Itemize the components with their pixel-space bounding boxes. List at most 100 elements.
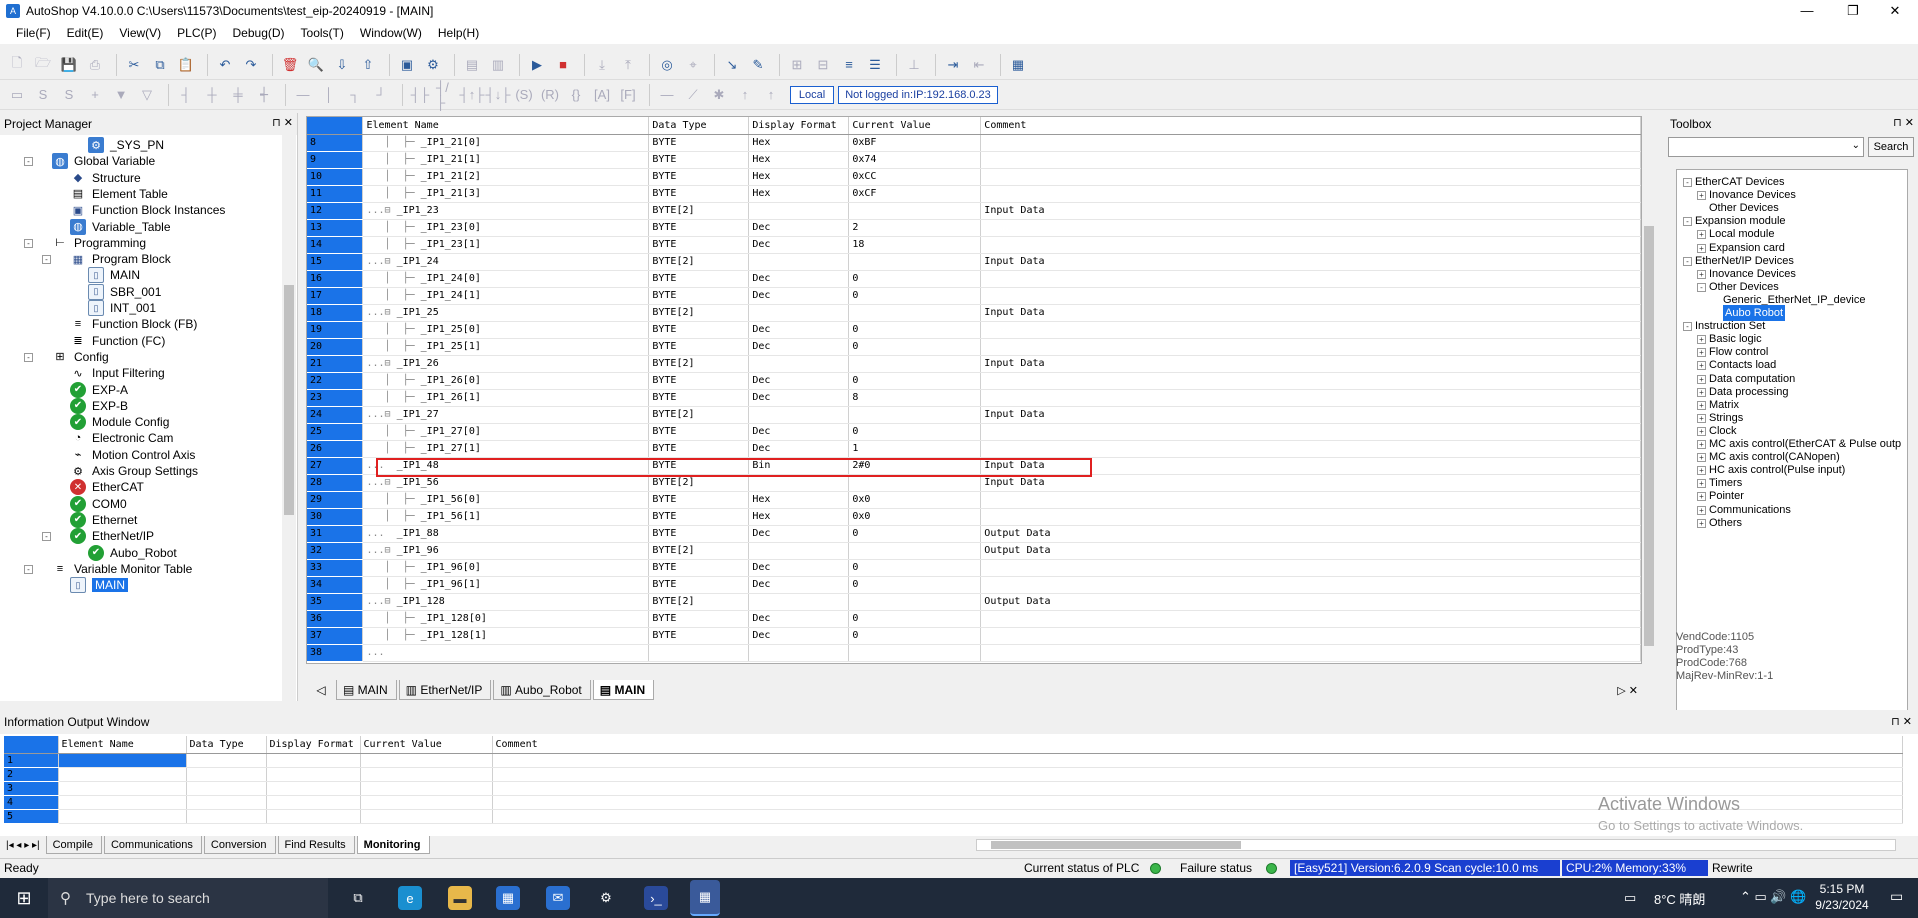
- weather-text[interactable]: 8°C 晴朗: [1654, 889, 1705, 908]
- info-cell[interactable]: [186, 753, 267, 768]
- taskbar-search[interactable]: ⚲ Type here to search: [48, 878, 328, 918]
- element-name-cell[interactable]: ...⊟ _IP1_27: [362, 406, 650, 424]
- cut-icon[interactable]: ✂: [123, 54, 145, 76]
- find-icon[interactable]: 🔍: [305, 54, 327, 76]
- header-current-value[interactable]: Current Value: [848, 117, 982, 135]
- table-row[interactable]: 33 │ ├─ _IP1_96[0] BYTE Dec 0: [307, 559, 1641, 577]
- close-window-button[interactable]: ✕: [1872, 0, 1918, 22]
- monitor-off-icon[interactable]: ▥: [487, 54, 509, 76]
- row-number[interactable]: 30: [307, 508, 364, 526]
- comment-cell[interactable]: [980, 287, 1641, 305]
- info-table-row[interactable]: 3: [4, 781, 1903, 796]
- display-format-cell[interactable]: [748, 542, 850, 560]
- table-row[interactable]: 25 │ ├─ _IP1_27[0] BYTE Dec 0: [307, 423, 1641, 441]
- nc-contact-icon[interactable]: ┤/├: [435, 80, 457, 110]
- search-button[interactable]: Search: [1868, 137, 1914, 157]
- tab-ethernet-ip[interactable]: ▥ EtherNet/IP: [398, 680, 492, 700]
- rise-icon[interactable]: ┤↑├: [460, 84, 485, 106]
- toolbox-expander-icon[interactable]: -: [1683, 256, 1692, 266]
- fall-icon[interactable]: ┤↓├: [486, 84, 511, 106]
- monitor-icon[interactable]: ▤: [461, 54, 483, 76]
- display-format-cell[interactable]: [748, 593, 850, 611]
- element-name-cell[interactable]: │ ├─ _IP1_21[1]: [362, 151, 650, 169]
- data-type-cell[interactable]: BYTE: [648, 440, 750, 458]
- comment-cell[interactable]: Input Data: [980, 202, 1641, 220]
- row-number[interactable]: 16: [307, 270, 364, 288]
- row-number[interactable]: 37: [307, 627, 364, 645]
- download-icon[interactable]: ⇩: [331, 54, 353, 76]
- display-format-cell[interactable]: [748, 355, 850, 373]
- info-cell[interactable]: [58, 795, 187, 810]
- display-format-cell[interactable]: Dec: [748, 321, 850, 339]
- step-icon[interactable]: ↘: [721, 54, 743, 76]
- data-type-cell[interactable]: BYTE[2]: [648, 253, 750, 271]
- table-row[interactable]: 9 │ ├─ _IP1_21[1] BYTE Hex 0x74: [307, 151, 1641, 169]
- table-row[interactable]: 36 │ ├─ _IP1_128[0] BYTE Dec 0: [307, 610, 1641, 628]
- comment-cell[interactable]: [980, 185, 1641, 203]
- redo-icon[interactable]: ↷: [240, 54, 262, 76]
- display-format-cell[interactable]: Dec: [748, 627, 850, 645]
- branch3-icon[interactable]: ╪: [227, 84, 249, 106]
- info-cell[interactable]: [58, 809, 187, 824]
- toolbox-expander-icon[interactable]: +: [1697, 505, 1706, 515]
- branch2-icon[interactable]: ┼: [201, 84, 223, 106]
- comment-cell[interactable]: [980, 321, 1641, 339]
- current-value-cell[interactable]: 0: [848, 423, 982, 441]
- contact-icon[interactable]: +: [84, 84, 106, 106]
- comment-cell[interactable]: [980, 627, 1641, 645]
- new-file-icon[interactable]: 🗋: [6, 54, 28, 76]
- toolbox-expander-icon[interactable]: +: [1697, 243, 1706, 253]
- header-comment[interactable]: Comment: [980, 117, 1641, 135]
- network-icon[interactable]: ⊥: [903, 54, 925, 76]
- row-number[interactable]: 28: [307, 474, 364, 492]
- current-value-cell[interactable]: 18: [848, 236, 982, 254]
- row-number[interactable]: 10: [307, 168, 364, 186]
- branch4-icon[interactable]: ┽: [253, 84, 275, 106]
- toolbox-expander-icon[interactable]: +: [1697, 348, 1706, 358]
- info-cell[interactable]: [186, 809, 267, 824]
- table-row[interactable]: 22 │ ├─ _IP1_26[0] BYTE Dec 0: [307, 372, 1641, 390]
- comment-cell[interactable]: Input Data: [980, 355, 1641, 373]
- element-name-cell[interactable]: │ ├─ _IP1_24[1]: [362, 287, 650, 305]
- display-format-cell[interactable]: [748, 304, 850, 322]
- display-format-cell[interactable]: Dec: [748, 576, 850, 594]
- display-format-cell[interactable]: [748, 202, 850, 220]
- info-header-data-type[interactable]: Data Type: [186, 736, 267, 754]
- data-type-cell[interactable]: BYTE: [648, 270, 750, 288]
- coil-icon[interactable]: ▽: [136, 84, 158, 106]
- comment-cell[interactable]: [980, 151, 1641, 169]
- info-cell[interactable]: [360, 809, 493, 824]
- current-value-cell[interactable]: 0: [848, 576, 982, 594]
- tree-expander-icon[interactable]: -: [24, 238, 33, 248]
- delete-icon[interactable]: 🗑: [279, 54, 301, 76]
- table-scrollbar[interactable]: [1642, 116, 1656, 664]
- data-type-cell[interactable]: BYTE: [648, 576, 750, 594]
- vline-icon[interactable]: │: [318, 84, 340, 106]
- info-cell[interactable]: [360, 781, 493, 796]
- toolbox-expander-icon[interactable]: +: [1697, 400, 1706, 410]
- notification-icon[interactable]: ▭: [1890, 888, 1903, 905]
- row-number[interactable]: 35: [307, 593, 364, 611]
- row-number[interactable]: 27: [307, 457, 364, 475]
- toolbox-expander-icon[interactable]: +: [1697, 426, 1706, 436]
- row-number[interactable]: 20: [307, 338, 364, 356]
- element-name-cell[interactable]: │ ├─ _IP1_128[1]: [362, 627, 650, 645]
- row-number[interactable]: 32: [307, 542, 364, 560]
- table-row[interactable]: 14 │ ├─ _IP1_23[1] BYTE Dec 18: [307, 236, 1641, 254]
- info-cell[interactable]: [492, 753, 1903, 768]
- tab-communications[interactable]: Communications: [103, 836, 202, 854]
- element-name-cell[interactable]: │ ├─ _IP1_24[0]: [362, 270, 650, 288]
- table-row[interactable]: 17 │ ├─ _IP1_24[1] BYTE Dec 0: [307, 287, 1641, 305]
- tab-aubo-robot[interactable]: ▥ Aubo_Robot: [493, 680, 591, 700]
- panel-icon[interactable]: ▦: [1007, 54, 1029, 76]
- store-icon[interactable]: ▦: [496, 886, 520, 910]
- table-row[interactable]: 24 ...⊟ _IP1_27 BYTE[2] Input Data: [307, 406, 1641, 424]
- tree-expander-icon[interactable]: -: [24, 352, 33, 362]
- data-type-cell[interactable]: BYTE: [648, 151, 750, 169]
- tree-expander-icon[interactable]: -: [42, 255, 51, 265]
- display-format-cell[interactable]: Dec: [748, 440, 850, 458]
- tree-expander-icon[interactable]: -: [24, 157, 33, 167]
- current-value-cell[interactable]: 8: [848, 389, 982, 407]
- menu-window[interactable]: Window(W): [352, 26, 430, 40]
- save-icon[interactable]: 💾: [58, 54, 80, 76]
